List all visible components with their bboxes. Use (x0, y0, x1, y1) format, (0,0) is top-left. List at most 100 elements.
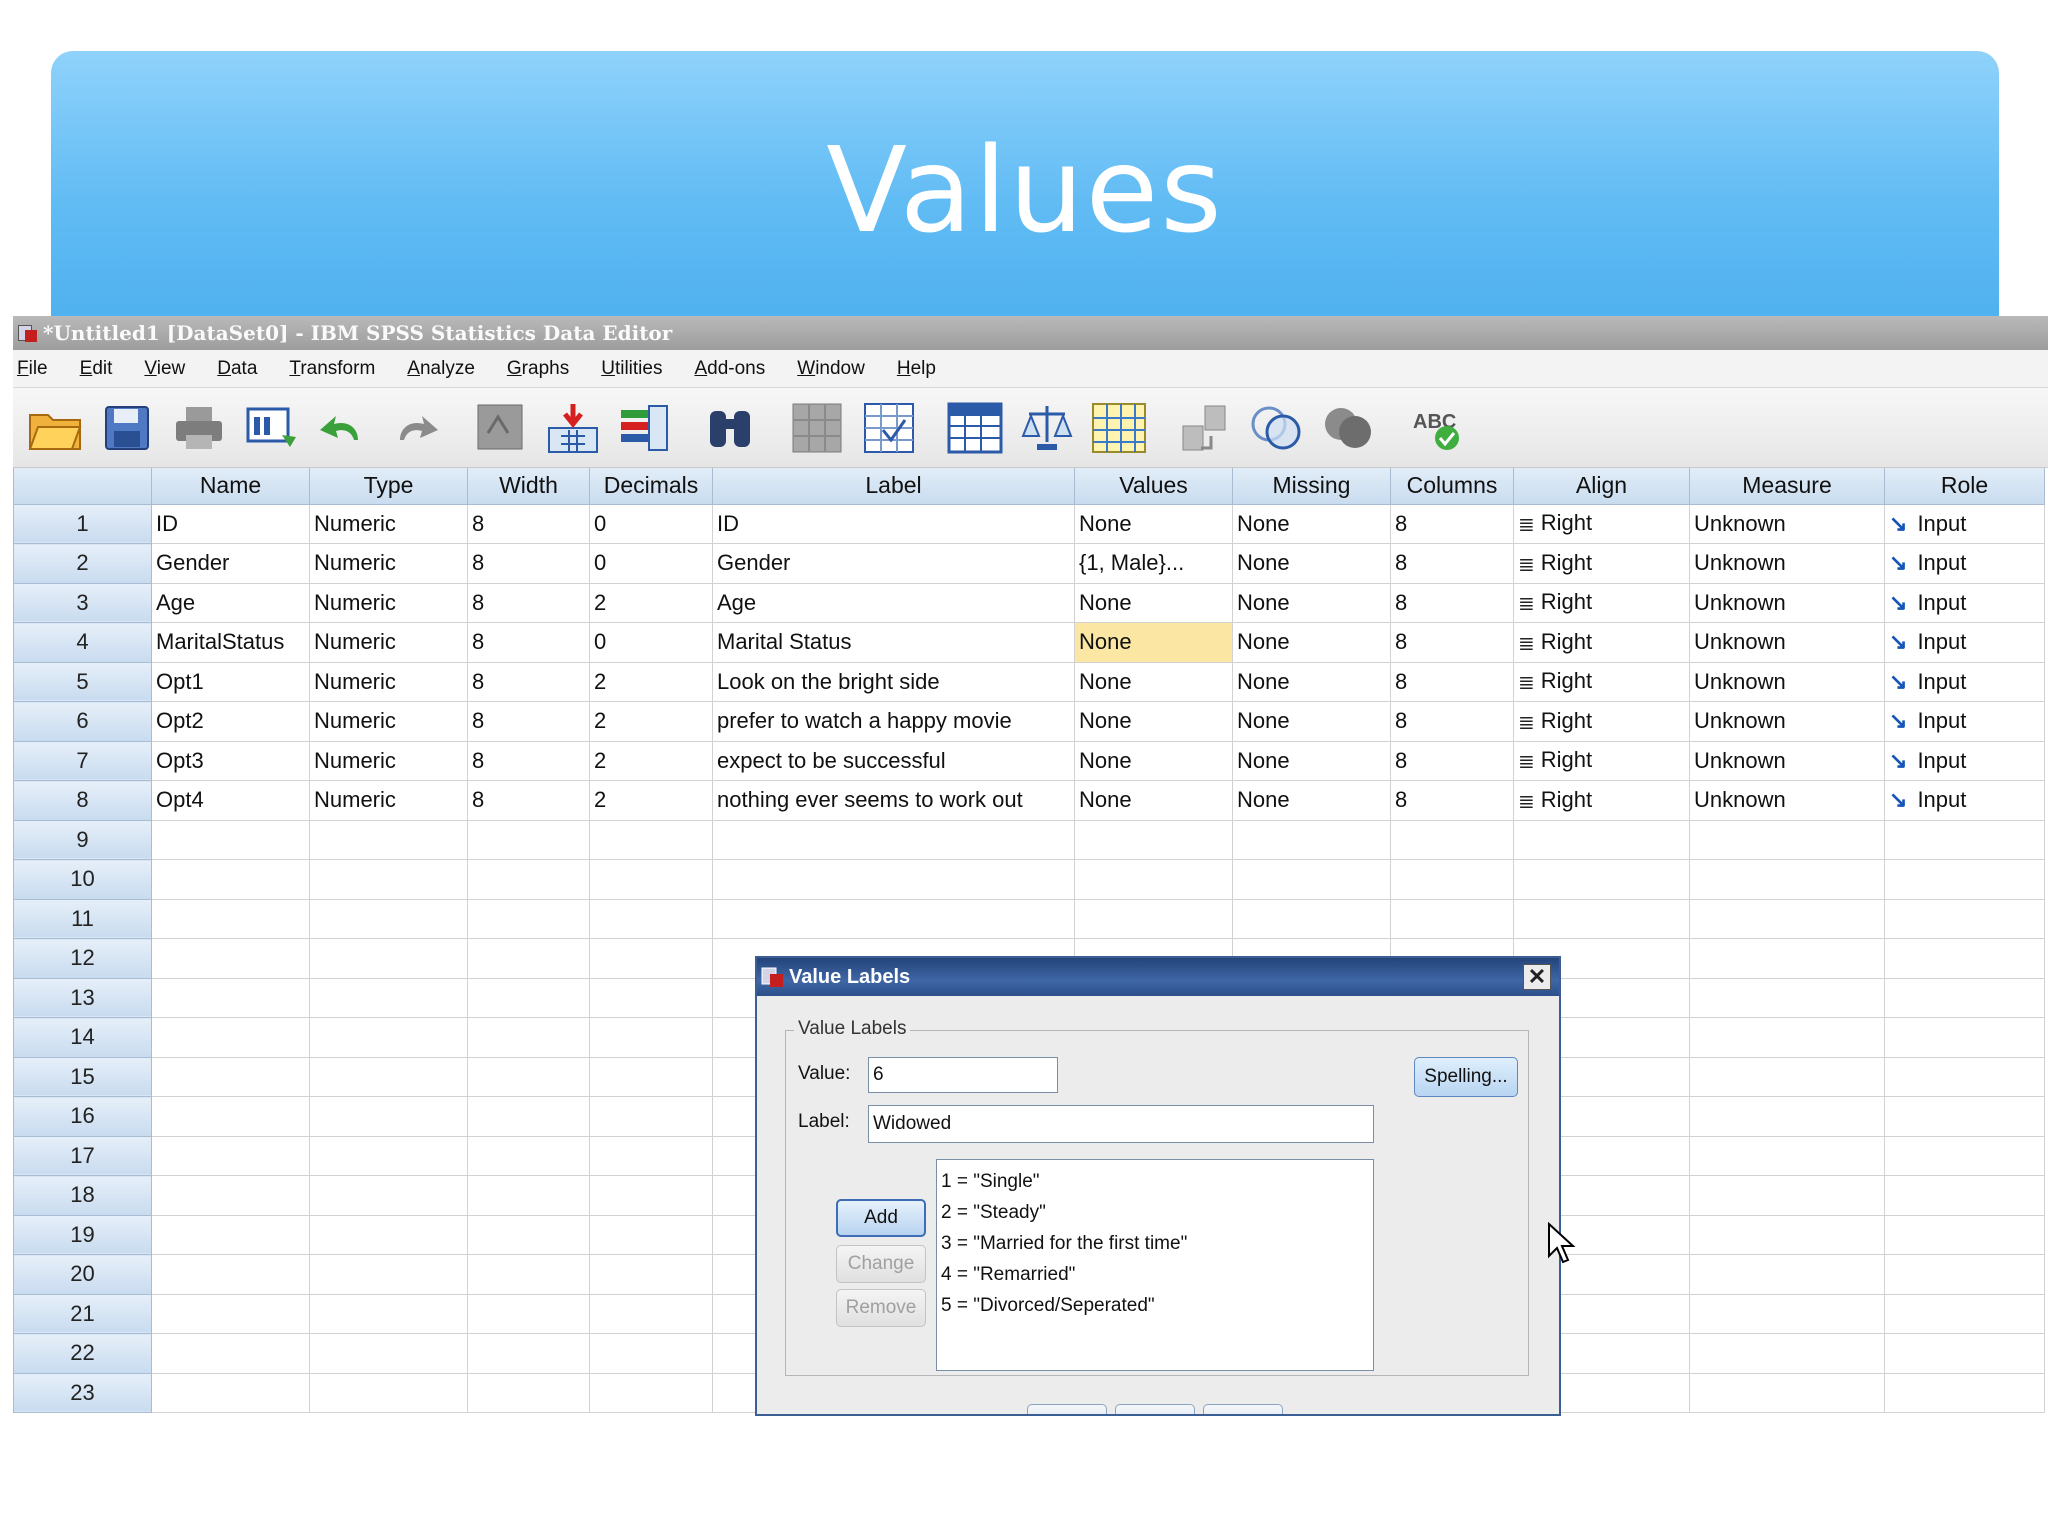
row-header[interactable]: 7 (13, 740, 152, 781)
row-header[interactable]: 5 (13, 661, 152, 702)
cell-values[interactable]: None (1074, 504, 1233, 544)
cell-missing[interactable]: None (1232, 543, 1391, 584)
menu-graphs[interactable]: Graphs (505, 358, 569, 380)
cell-values[interactable]: None (1074, 583, 1233, 623)
empty-cell[interactable] (1884, 1254, 2045, 1295)
col-header-name[interactable]: Name (151, 468, 310, 505)
cell-columns[interactable]: 8 (1390, 504, 1514, 544)
col-header-missing[interactable]: Missing (1232, 468, 1391, 505)
add-button[interactable]: Add (836, 1199, 926, 1237)
empty-cell[interactable] (467, 1136, 590, 1176)
col-header-width[interactable]: Width (467, 468, 590, 505)
cancel-button[interactable] (1115, 1404, 1195, 1414)
empty-cell[interactable] (467, 820, 590, 860)
cell-missing[interactable]: None (1232, 622, 1391, 663)
cell-label[interactable]: Age (712, 583, 1075, 623)
spelling-button[interactable]: Spelling... (1414, 1057, 1518, 1097)
empty-cell[interactable] (309, 1096, 468, 1137)
empty-cell[interactable] (467, 938, 590, 979)
row-header[interactable]: 9 (13, 819, 152, 860)
empty-cell[interactable] (712, 820, 1075, 860)
cell-type[interactable]: Numeric (309, 504, 468, 544)
menu-edit[interactable]: Edit (78, 358, 113, 380)
cell-align[interactable]: ≣ Right (1513, 543, 1690, 584)
menu-analyze[interactable]: Analyze (405, 358, 475, 380)
menu-add-ons[interactable]: Add-ons (692, 358, 765, 380)
cell-measure[interactable]: Unknown (1689, 741, 1885, 781)
empty-cell[interactable] (712, 859, 1075, 900)
cell-decimals[interactable]: 2 (589, 662, 713, 702)
menu-file[interactable]: File (15, 358, 48, 380)
empty-cell[interactable] (1884, 1175, 2045, 1216)
label-input[interactable] (868, 1105, 1374, 1143)
empty-cell[interactable] (1884, 1373, 2045, 1413)
cell-columns[interactable]: 8 (1390, 543, 1514, 584)
empty-cell[interactable] (589, 1136, 713, 1176)
col-header-decimals[interactable]: Decimals (589, 468, 713, 505)
row-header[interactable]: 16 (13, 1096, 152, 1137)
empty-cell[interactable] (1689, 1333, 1885, 1374)
corner-cell[interactable] (13, 468, 152, 505)
cell-name[interactable]: Opt2 (151, 701, 310, 742)
empty-cell[interactable] (309, 1254, 468, 1295)
cell-type[interactable]: Numeric (309, 543, 468, 584)
ok-button[interactable] (1027, 1404, 1107, 1414)
cell-width[interactable]: 8 (467, 662, 590, 702)
empty-cell[interactable] (712, 899, 1075, 939)
empty-cell[interactable] (1884, 1017, 2045, 1058)
split-file-icon[interactable] (861, 400, 917, 456)
cell-width[interactable]: 8 (467, 622, 590, 663)
remove-button[interactable]: Remove (836, 1289, 926, 1327)
row-header[interactable]: 21 (13, 1293, 152, 1334)
cell-role[interactable]: ↘ Input (1884, 741, 2045, 781)
empty-cell[interactable] (1884, 978, 2045, 1018)
empty-cell[interactable] (151, 820, 310, 860)
cell-label[interactable]: Gender (712, 543, 1075, 584)
empty-cell[interactable] (151, 1017, 310, 1058)
empty-cell[interactable] (589, 1254, 713, 1295)
empty-cell[interactable] (309, 820, 468, 860)
empty-cell[interactable] (309, 978, 468, 1018)
empty-cell[interactable] (309, 1373, 468, 1413)
cell-width[interactable]: 8 (467, 741, 590, 781)
cell-columns[interactable]: 8 (1390, 741, 1514, 781)
empty-cell[interactable] (589, 1215, 713, 1255)
empty-cell[interactable] (589, 820, 713, 860)
empty-cell[interactable] (1884, 1057, 2045, 1097)
cell-width[interactable]: 8 (467, 504, 590, 544)
goto-case-icon[interactable] (473, 400, 529, 456)
cell-type[interactable]: Numeric (309, 622, 468, 663)
close-icon[interactable]: ✕ (1523, 964, 1551, 990)
col-header-values[interactable]: Values (1074, 468, 1233, 505)
cell-role[interactable]: ↘ Input (1884, 780, 2045, 821)
cell-values[interactable]: None (1074, 662, 1233, 702)
variables-icon[interactable] (617, 400, 673, 456)
empty-cell[interactable] (467, 1373, 590, 1413)
row-header[interactable]: 13 (13, 977, 152, 1018)
cell-measure[interactable]: Unknown (1689, 543, 1885, 584)
weight-cases-icon[interactable] (1019, 400, 1075, 456)
empty-cell[interactable] (1074, 820, 1233, 860)
empty-cell[interactable] (589, 1096, 713, 1137)
cell-missing[interactable]: None (1232, 741, 1391, 781)
insert-cases-icon[interactable] (789, 400, 845, 456)
empty-cell[interactable] (467, 1294, 590, 1334)
cell-name[interactable]: MaritalStatus (151, 622, 310, 663)
row-header[interactable]: 11 (13, 898, 152, 939)
empty-cell[interactable] (309, 1136, 468, 1176)
empty-cell[interactable] (1689, 938, 1885, 979)
empty-cell[interactable] (1232, 820, 1391, 860)
empty-cell[interactable] (151, 1294, 310, 1334)
cell-missing[interactable]: None (1232, 701, 1391, 742)
cell-role[interactable]: ↘ Input (1884, 701, 2045, 742)
insert-variable-icon[interactable] (545, 400, 601, 456)
cell-label[interactable]: prefer to watch a happy movie (712, 701, 1075, 742)
row-header[interactable]: 1 (13, 503, 152, 544)
empty-cell[interactable] (151, 1254, 310, 1295)
empty-cell[interactable] (151, 1175, 310, 1216)
cell-decimals[interactable]: 0 (589, 622, 713, 663)
cell-align[interactable]: ≣ Right (1513, 504, 1690, 544)
cell-missing[interactable]: None (1232, 583, 1391, 623)
undo-icon[interactable] (315, 400, 371, 456)
empty-cell[interactable] (1232, 859, 1391, 900)
